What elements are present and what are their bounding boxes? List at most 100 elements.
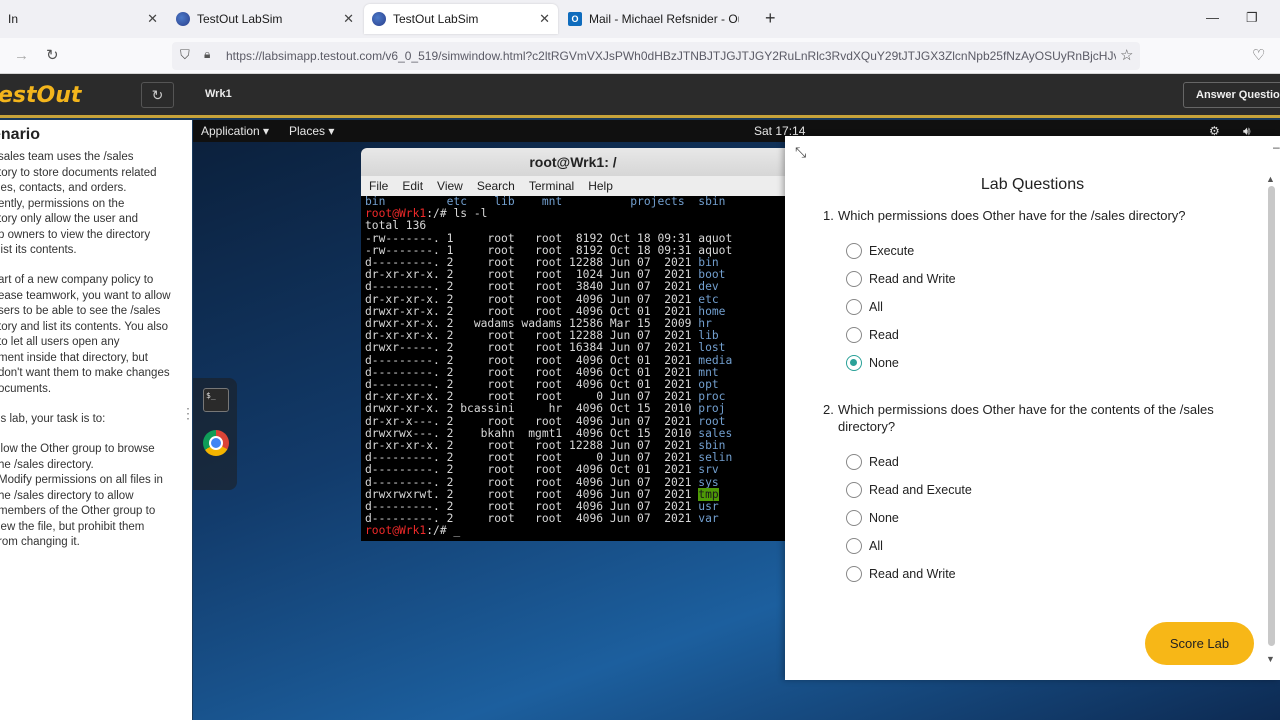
forward-icon[interactable]: → [14,47,29,64]
radio-button[interactable] [846,299,862,315]
tab-close-icon[interactable]: ✕ [539,11,550,27]
radio-button[interactable] [846,327,862,343]
restore-icon[interactable]: ❐ [1246,10,1258,26]
option-label: Read and Write [869,272,956,286]
tab-testout-2[interactable]: TestOut LabSim ✕ [364,4,558,34]
question-2-option[interactable]: Read and Execute [846,482,972,498]
listing-filename: usr [698,500,719,514]
terminal-listing-row: dr-xr-xr-x. 2 root root 12288 Jun 07 202… [365,329,719,342]
tab-label: Mail - Michael Refsnider - Outlo [589,12,739,26]
scrollbar[interactable]: ▲ ▼ [1266,174,1276,668]
option-label: All [869,300,883,314]
listing-attributes: drwxr-xr-x. 2 root root 4096 Oct 01 2021 [365,304,699,318]
question-1-option[interactable]: Read and Write [846,271,956,287]
radio-button[interactable] [846,454,862,470]
listing-filename: opt [698,378,719,392]
radio-button[interactable] [846,243,862,259]
radio-button[interactable] [846,355,862,371]
terminal-listing-row: drwxrwx---. 2 bkahn mgmt1 4096 Oct 15 20… [365,427,732,440]
lab-questions-title: Lab Questions [980,176,1085,193]
listing-attributes: d---------. 2 root root 3840 Jun 07 2021 [365,280,699,294]
radio-button[interactable] [846,482,862,498]
terminal-output: bin etc lib mnt projects sbin root@Wrk1:… [361,195,785,538]
tab-label: In [8,12,19,26]
question-2-option[interactable]: All [846,538,883,554]
radio-button[interactable] [846,271,862,287]
collapse-icon[interactable]: ⤡ [795,144,806,161]
listing-filename: sbin [698,439,726,453]
terminal-listing-row: d---------. 2 root root 4096 Oct 01 2021… [365,354,732,367]
tab-close-icon[interactable]: ✕ [343,11,354,27]
testout-favicon-icon [176,12,190,26]
outlook-favicon-icon: O [568,12,582,26]
terminal-listing-row: drwxr-----. 2 root root 16384 Jun 07 202… [365,341,725,354]
tab-testout-1[interactable]: TestOut LabSim ✕ [168,4,362,34]
option-label: Read and Write [869,567,956,581]
question-1-option[interactable]: All [846,299,883,315]
answer-questions-button[interactable]: Answer Question [1183,82,1280,108]
question-1-option[interactable]: Read [846,327,899,343]
bookmark-star-icon[interactable]: ☆ [1120,46,1133,64]
listing-attributes: d---------. 2 root root 0 Jun 07 2021 [365,451,699,465]
pocket-icon[interactable]: ♡ [1252,46,1265,64]
terminal-listing-row: d---------. 2 root root 3840 Jun 07 2021… [365,280,719,293]
tab-close-icon[interactable]: ✕ [147,11,158,27]
shield-icon[interactable]: ⛉ [180,47,190,63]
application-menu[interactable]: Application ▾ [201,124,269,138]
listing-filename: selin [698,451,733,465]
terminal-menu-edit[interactable]: Edit [402,179,423,193]
question-1-option[interactable]: None [846,355,899,371]
tab-outlook[interactable]: O Mail - Michael Refsnider - Outlo [560,4,754,34]
question-1-option[interactable]: Execute [846,243,914,259]
places-menu[interactable]: Places ▾ [289,124,334,138]
terminal-menu-view[interactable]: View [437,179,463,193]
refresh-button[interactable]: ↻ [141,82,174,108]
scroll-down-icon[interactable]: ▼ [1266,654,1275,664]
listing-filename: sys [698,475,719,489]
question-2-option[interactable]: None [846,510,899,526]
listing-filename: root [698,414,726,428]
tab-first[interactable]: In ✕ [0,4,166,34]
terminal-menu-file[interactable]: File [369,179,388,193]
terminal-listing-row: dr-xr-xr-x. 2 root root 12288 Jun 07 202… [365,439,725,452]
workstation-name: Wrk1 [205,88,232,100]
listing-attributes: dr-xr-xr-x. 2 root root 12288 Jun 07 202… [365,329,699,343]
score-lab-button[interactable]: Score Lab [1145,622,1254,665]
radio-button[interactable] [846,566,862,582]
option-label: None [869,511,899,525]
question-2-option[interactable]: Read [846,454,899,470]
radio-button[interactable] [846,538,862,554]
terminal-menu-terminal[interactable]: Terminal [529,179,574,193]
lock-icon[interactable]: 🔒︎ [204,47,210,62]
option-label: All [869,539,883,553]
listing-filename: media [698,353,733,367]
listing-filename: mnt [698,365,719,379]
scenario-paragraph: art of a new company policy to ease team… [0,274,171,395]
listing-filename: srv [698,463,719,477]
terminal-menu-help[interactable]: Help [588,179,613,193]
terminal-listing-row: drwxr-xr-x. 2 root root 4096 Oct 01 2021… [365,305,725,318]
reload-icon[interactable]: ↻ [46,46,59,64]
minimize-panel-icon[interactable]: – [1273,140,1280,154]
new-tab-icon[interactable]: + [765,8,776,29]
scroll-up-icon[interactable]: ▲ [1266,174,1275,184]
terminal-window[interactable]: root@Wrk1: / File Edit View Search Termi… [361,148,785,541]
listing-filename: etc [698,292,719,306]
terminal-launcher-icon[interactable]: $_ [203,388,229,412]
terminal-listing-row: d---------. 2 root root 4096 Jun 07 2021… [365,476,719,489]
dock-handle-icon[interactable]: ⋮ [181,405,195,427]
chrome-launcher-icon[interactable] [203,430,229,456]
option-label: Read [869,328,899,342]
terminal-listing-row: -rw-------. 1 root root 8192 Oct 18 09:3… [365,244,732,257]
terminal-listing-row: d---------. 2 root root 4096 Oct 01 2021… [365,378,719,391]
question-2-option[interactable]: Read and Write [846,566,956,582]
url-bar[interactable]: ⛉ 🔒︎ https://labsimapp.testout.com/v6_0_… [172,42,1140,70]
terminal-menu-search[interactable]: Search [477,179,515,193]
scrollbar-thumb[interactable] [1268,186,1275,646]
browser-nav-bar: → ↻ ⛉ 🔒︎ https://labsimapp.testout.com/v… [0,38,1280,74]
testout-favicon-icon [372,12,386,26]
minimize-icon[interactable]: — [1206,10,1219,25]
tab-label: TestOut LabSim [197,12,283,26]
radio-button[interactable] [846,510,862,526]
listing-filename: aquot [698,243,733,257]
